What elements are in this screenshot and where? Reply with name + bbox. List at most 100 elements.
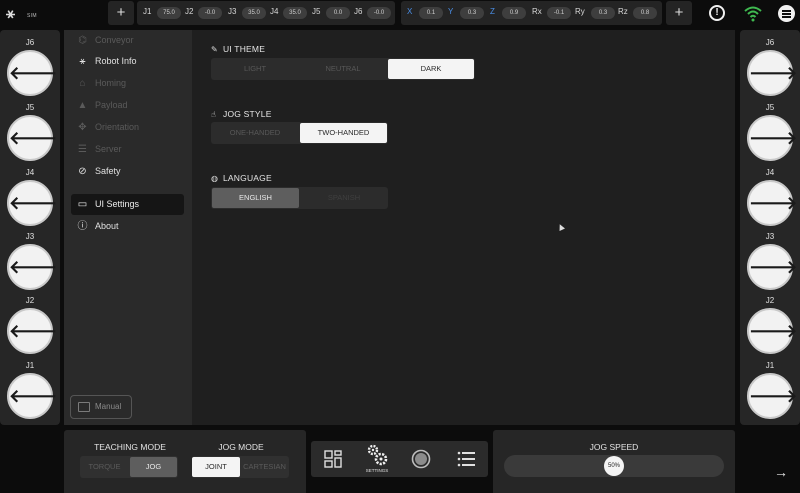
add-left-button[interactable]: + (108, 1, 134, 25)
jog-j4-positive: J4 🡒 (740, 168, 800, 230)
list-icon (457, 451, 475, 467)
jog-j6-positive: J6 🡒 (740, 38, 800, 100)
jog-style-selector: ONE-HANDED TWO-HANDED (211, 122, 388, 144)
info-icon: ⓘ (77, 221, 88, 232)
record-icon (411, 449, 431, 469)
safety-icon: ⊘ (78, 166, 87, 177)
language-english-option[interactable]: ENGLISH (212, 188, 299, 208)
status-icons: ! (705, 0, 800, 28)
teaching-mode-jog-option[interactable]: JOG (130, 457, 177, 477)
language-title: ◍ LANGUAGE (211, 173, 272, 183)
teaching-mode-selector: TORQUE JOG (80, 456, 178, 478)
arrow-right-icon[interactable]: 🡒 (747, 373, 797, 419)
gears-icon (367, 444, 388, 466)
jog-j2-negative: J2 🡐 (0, 296, 60, 358)
server-icon: ☰ (78, 144, 87, 155)
arrow-right-icon[interactable]: 🡒 (747, 244, 797, 290)
jog-style-one-handed-option[interactable]: ONE-HANDED (211, 122, 299, 144)
teaching-mode-title: TEACHING MODE (94, 442, 166, 452)
jog-column-right: J6 🡒 J5 🡒 J4 🡒 J3 🡒 J2 🡒 J1 🡒 (740, 30, 800, 425)
sim-badge: SIM (27, 13, 37, 19)
arrow-left-icon[interactable]: 🡐 (7, 308, 57, 354)
language-selector: ENGLISH SPANISH (211, 187, 388, 209)
bottom-nav: SETTINGS (311, 441, 488, 477)
arrow-right-icon[interactable]: 🡒 (747, 180, 797, 226)
jog-j2-positive: J2 🡒 (740, 296, 800, 358)
cartesian-values-strip: X 0.1 Y 0.3 Z 0.9 Rx -0.1 Ry 0.3 Rz 0.8 (401, 1, 662, 25)
jog-style-title: ☝ JOG STYLE (211, 109, 272, 119)
robot-arm-logo-icon: ⚹ (6, 4, 16, 22)
jog-mode-joint-option[interactable]: JOINT (192, 457, 240, 477)
jog-j5-positive: J5 🡒 (740, 103, 800, 165)
conveyor-icon: ⌬ (78, 35, 87, 46)
sidebar-item-ui-settings[interactable]: ▭ UI Settings (71, 194, 184, 215)
ui-theme-dark-option[interactable]: DARK (388, 59, 474, 79)
jog-mode-cartesian-option[interactable]: CARTESIAN (240, 456, 289, 478)
brush-icon: ✎ (211, 45, 218, 54)
globe-icon: ◍ (211, 174, 219, 183)
sidebar-item-conveyor[interactable]: ⌬ Conveyor (71, 30, 184, 51)
top-bar: ⚹ SIM + J1 75.0 J2 -0.0 J3 35.0 J4 35.0 J5 0.… (0, 0, 800, 28)
arrow-left-icon[interactable]: 🡐 (7, 180, 57, 226)
jog-speed-slider[interactable]: 50% (504, 455, 724, 477)
dashboard-icon (324, 450, 342, 468)
teaching-mode-torque-option[interactable]: TORQUE (80, 456, 129, 478)
arrow-right-icon[interactable]: 🡒 (747, 115, 797, 161)
jog-j3-positive: J3 🡒 (740, 232, 800, 294)
next-arrow-icon[interactable]: → (771, 462, 791, 482)
home-icon: ⌂ (79, 78, 86, 89)
wifi-icon (744, 6, 762, 22)
ui-settings-icon: ▭ (77, 199, 88, 210)
ui-theme-neutral-option[interactable]: NEUTRAL (299, 58, 387, 80)
sidebar-item-robot-info[interactable]: ⚹ Robot Info (71, 51, 184, 72)
app-logo: ⚹ SIM (6, 4, 40, 24)
robot-icon: ⚹ (79, 56, 86, 67)
settings-button[interactable]: SETTINGS (359, 441, 395, 477)
jog-mode-selector: JOINT CARTESIAN (192, 456, 289, 478)
arrow-right-icon[interactable]: 🡒 (747, 308, 797, 354)
jog-j1-positive: J1 🡒 (740, 361, 800, 423)
alert-icon[interactable]: ! (709, 5, 725, 21)
program-list-button[interactable] (448, 441, 484, 477)
orientation-icon: ✥ (78, 122, 87, 133)
jog-j4-negative: J4 🡐 (0, 168, 60, 230)
jog-column-left: J6 🡐 J5 🡐 J4 🡐 J3 🡐 J2 🡐 J1 🡐 (0, 30, 60, 425)
dashboard-button[interactable] (315, 441, 351, 477)
jog-j1-negative: J1 🡐 (0, 361, 60, 423)
settings-label: SETTINGS (365, 468, 389, 473)
sidebar-item-safety[interactable]: ⊘ Safety (71, 161, 184, 182)
arrow-left-icon[interactable]: 🡐 (7, 50, 57, 96)
jog-speed-title: JOG SPEED (589, 442, 639, 452)
settings-sidebar: ⌬ Conveyor ⚹ Robot Info ⌂ Homing ▲ Payload ✥… (64, 30, 192, 425)
ui-settings-content: ✎ UI THEME LIGHT NEUTRAL DARK ☝ JOG STYLE … (192, 30, 735, 425)
sidebar-item-server[interactable]: ☰ Server (71, 139, 184, 160)
ui-theme-light-option[interactable]: LIGHT (211, 58, 299, 80)
payload-icon: ▲ (77, 100, 88, 111)
sidebar-item-payload[interactable]: ▲ Payload (71, 95, 184, 116)
jog-style-two-handed-option[interactable]: TWO-HANDED (300, 123, 387, 143)
sidebar-item-orientation[interactable]: ✥ Orientation (71, 117, 184, 138)
manual-button[interactable]: Manual (70, 395, 132, 419)
mode-panel: TEACHING MODE TORQUE JOG JOG MODE JOINT … (64, 430, 306, 493)
ui-theme-selector: LIGHT NEUTRAL DARK (211, 58, 475, 80)
jog-j3-negative: J3 🡐 (0, 232, 60, 294)
arrow-left-icon[interactable]: 🡐 (7, 244, 57, 290)
arrow-left-icon[interactable]: 🡐 (7, 373, 57, 419)
joint-values-strip: J1 75.0 J2 -0.0 J3 35.0 J4 35.0 J5 0.0 J6 -0.0 (137, 1, 395, 25)
sidebar-item-about[interactable]: ⓘ About (71, 216, 184, 237)
jog-j5-negative: J5 🡐 (0, 103, 60, 165)
jog-speed-panel: JOG SPEED 50% (493, 430, 735, 493)
add-right-button[interactable]: + (666, 1, 692, 25)
arrow-left-icon[interactable]: 🡐 (7, 115, 57, 161)
jog-mode-title: JOG MODE (218, 442, 264, 452)
jog-speed-handle[interactable]: 50% (604, 456, 624, 476)
menu-icon[interactable] (778, 5, 795, 22)
manual-book-icon (78, 402, 90, 412)
sidebar-item-homing[interactable]: ⌂ Homing (71, 73, 184, 94)
language-spanish-option[interactable]: SPANISH (300, 187, 388, 209)
ui-theme-title: ✎ UI THEME (211, 44, 266, 54)
hand-icon: ☝ (211, 110, 217, 119)
arrow-right-icon[interactable]: 🡒 (747, 50, 797, 96)
record-button[interactable] (403, 441, 439, 477)
jog-j6-negative: J6 🡐 (0, 38, 60, 100)
